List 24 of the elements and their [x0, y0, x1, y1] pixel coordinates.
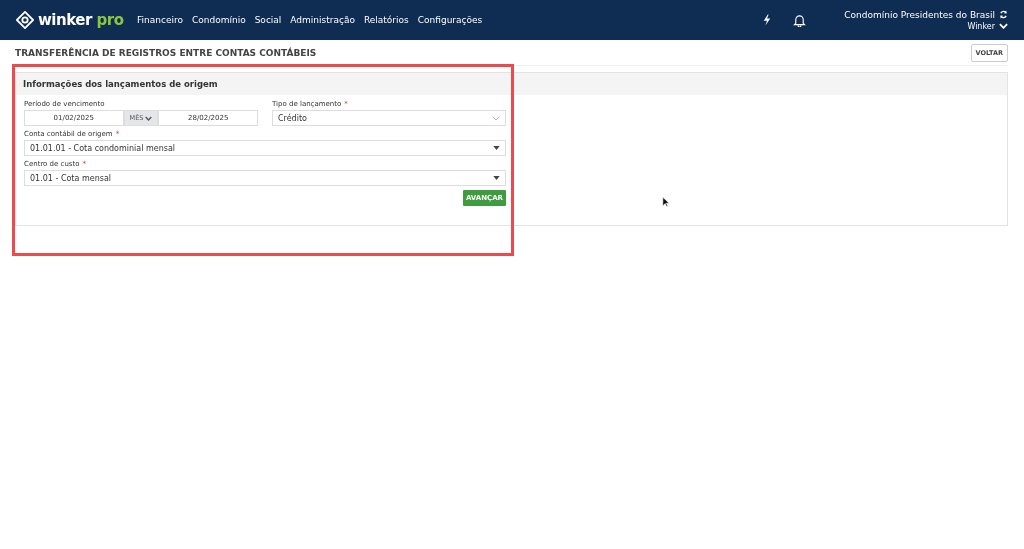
chevron-down-icon — [145, 115, 153, 121]
lightning-icon[interactable] — [763, 14, 772, 26]
page-title: TRANSFERÊNCIA DE REGISTROS ENTRE CONTAS CONTÁBEIS — [15, 47, 317, 58]
dropdown-field[interactable]: 01.01 - Cota mensal — [24, 170, 506, 186]
chevron-down-icon — [492, 115, 500, 121]
dropdown-field[interactable]: 01.01.01 - Cota condominial mensal — [24, 140, 506, 156]
refresh-icon[interactable] — [999, 10, 1008, 19]
user-name[interactable]: Winker — [967, 21, 995, 31]
logo-icon — [16, 11, 34, 29]
nav-link[interactable]: Condomínio — [191, 15, 246, 25]
logo-text: winker pro — [38, 11, 124, 29]
nav-link[interactable]: Financeiro — [137, 15, 183, 25]
type-select[interactable]: Crédito — [272, 110, 506, 126]
pointer-icon — [662, 196, 670, 208]
chevron-down-icon[interactable] — [999, 23, 1008, 29]
caret-down-icon — [493, 146, 500, 150]
nav-link[interactable]: Configurações — [417, 15, 483, 25]
caret-down-icon — [493, 176, 500, 180]
condominium-name[interactable]: Condomínio Presidentes do Brasil — [844, 9, 995, 20]
nav-link[interactable]: Administração — [290, 15, 355, 25]
bell-icon[interactable] — [793, 13, 807, 27]
nav-link[interactable]: Social — [254, 15, 282, 25]
nav-link[interactable]: Relatórios — [363, 15, 409, 25]
panel-title: Informações dos lançamentos de origem — [23, 79, 218, 89]
